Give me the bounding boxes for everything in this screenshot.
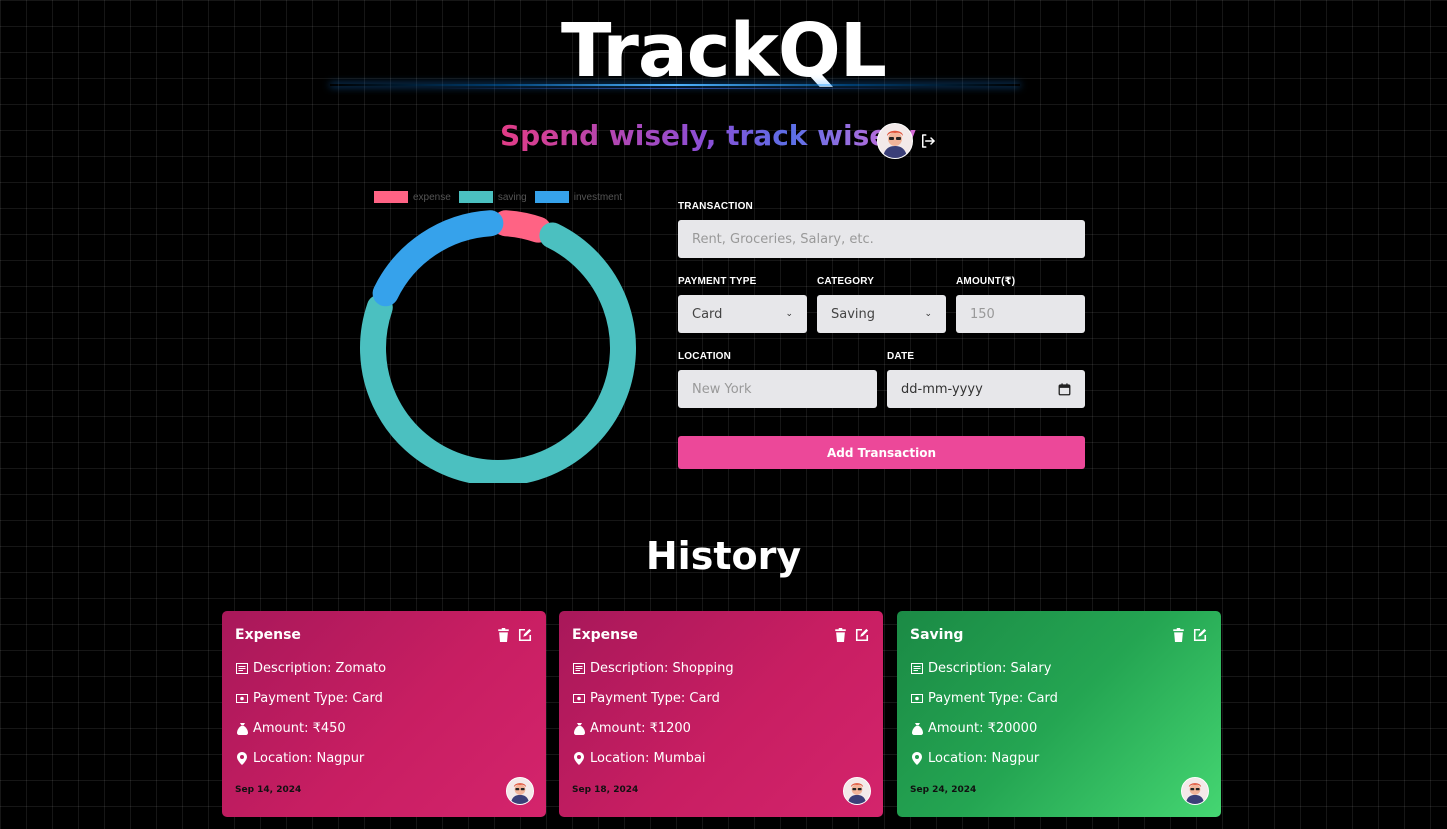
card-category: Saving bbox=[910, 627, 964, 643]
donut-segment-investment[interactable] bbox=[372, 210, 504, 307]
transaction-label: TRANSACTION bbox=[678, 201, 753, 212]
user-avatar[interactable] bbox=[877, 123, 913, 159]
transaction-input[interactable]: Rent, Groceries, Salary, etc. bbox=[678, 220, 1085, 258]
card-location-text: Location: Mumbai bbox=[590, 751, 706, 766]
money-icon bbox=[572, 692, 586, 706]
tagline: Spend wisely, track wisely bbox=[500, 119, 917, 152]
payment-type-label: PAYMENT TYPE bbox=[678, 276, 757, 287]
legend-item-expense[interactable]: expense bbox=[374, 191, 451, 203]
document-icon bbox=[572, 662, 586, 676]
card-location: Location: Nagpur bbox=[235, 751, 364, 766]
money-icon bbox=[235, 692, 249, 706]
card-amount-text: Amount: ₹450 bbox=[253, 721, 346, 736]
legend-swatch-saving bbox=[458, 191, 493, 203]
card-payment-type: Payment Type: Card bbox=[235, 691, 383, 706]
card-description-text: Description: Salary bbox=[928, 661, 1052, 676]
amount-input[interactable]: 150 bbox=[956, 295, 1085, 333]
card-location-text: Location: Nagpur bbox=[253, 751, 365, 766]
doughnut-chart bbox=[360, 210, 636, 483]
transaction-card: Expense Description: Zomato Payment Type… bbox=[222, 611, 546, 817]
card-avatar bbox=[1181, 777, 1209, 805]
trash-icon[interactable] bbox=[1172, 628, 1185, 642]
card-location: Location: Nagpur bbox=[910, 751, 1039, 766]
card-description-text: Description: Shopping bbox=[590, 661, 734, 676]
card-actions bbox=[834, 628, 869, 642]
card-payment-type-text: Payment Type: Card bbox=[253, 691, 383, 706]
map-pin-icon bbox=[572, 752, 586, 766]
money-bag-icon bbox=[572, 722, 586, 736]
card-date: Sep 14, 2024 bbox=[235, 785, 302, 795]
legend-label-expense: expense bbox=[413, 191, 451, 203]
card-date: Sep 24, 2024 bbox=[910, 785, 977, 795]
chevron-down-icon: ⌄ bbox=[785, 309, 793, 319]
card-location-text: Location: Nagpur bbox=[928, 751, 1040, 766]
trash-icon[interactable] bbox=[834, 628, 847, 642]
card-amount-text: Amount: ₹1200 bbox=[590, 721, 691, 736]
card-payment-type: Payment Type: Card bbox=[910, 691, 1058, 706]
location-label: LOCATION bbox=[678, 351, 732, 362]
avatar-illustration bbox=[878, 124, 912, 158]
card-description: Description: Shopping bbox=[572, 661, 734, 676]
add-transaction-button[interactable]: Add Transaction bbox=[678, 436, 1085, 469]
document-icon bbox=[910, 662, 924, 676]
payment-type-select[interactable]: Card ⌄ bbox=[678, 295, 807, 333]
calendar-icon[interactable] bbox=[1058, 382, 1071, 396]
edit-icon[interactable] bbox=[855, 628, 869, 642]
location-input[interactable]: New York bbox=[678, 370, 877, 408]
date-placeholder: dd-mm-yyyy bbox=[901, 381, 983, 397]
date-input[interactable]: dd-mm-yyyy bbox=[887, 370, 1085, 408]
card-payment-type-text: Payment Type: Card bbox=[928, 691, 1058, 706]
edit-icon[interactable] bbox=[1193, 628, 1207, 642]
title-glow-line bbox=[330, 84, 1020, 86]
legend-swatch-investment bbox=[534, 191, 569, 203]
card-avatar bbox=[506, 777, 534, 805]
edit-icon[interactable] bbox=[518, 628, 532, 642]
donut-segment-expense[interactable] bbox=[492, 210, 552, 243]
card-category: Expense bbox=[235, 627, 301, 643]
payment-type-value: Card bbox=[692, 306, 723, 322]
transaction-card: Expense Description: Shopping Payment Ty… bbox=[559, 611, 883, 817]
card-category: Expense bbox=[572, 627, 638, 643]
legend-item-investment[interactable]: investment bbox=[534, 191, 623, 203]
document-icon bbox=[235, 662, 249, 676]
card-amount: Amount: ₹1200 bbox=[572, 721, 691, 736]
card-payment-type: Payment Type: Card bbox=[572, 691, 720, 706]
card-actions bbox=[1172, 628, 1207, 642]
card-location: Location: Mumbai bbox=[572, 751, 705, 766]
category-select[interactable]: Saving ⌄ bbox=[817, 295, 946, 333]
legend-label-saving: saving bbox=[497, 191, 527, 203]
card-description: Description: Salary bbox=[910, 661, 1051, 676]
legend-item-saving[interactable]: saving bbox=[458, 191, 527, 203]
money-icon bbox=[910, 692, 924, 706]
logout-icon[interactable] bbox=[919, 132, 937, 150]
chevron-down-icon: ⌄ bbox=[924, 309, 932, 319]
map-pin-icon bbox=[235, 752, 249, 766]
app-title: TrackQL bbox=[561, 8, 887, 94]
title-glow-line-secondary bbox=[430, 88, 920, 89]
date-label: DATE bbox=[887, 351, 915, 362]
transaction-card: Saving Description: Salary Payment Type:… bbox=[897, 611, 1221, 817]
card-amount: Amount: ₹20000 bbox=[910, 721, 1037, 736]
money-bag-icon bbox=[910, 722, 924, 736]
history-title: History bbox=[645, 534, 802, 578]
card-description: Description: Zomato bbox=[235, 661, 386, 676]
card-amount: Amount: ₹450 bbox=[235, 721, 346, 736]
category-label: CATEGORY bbox=[817, 276, 875, 287]
legend-swatch-expense bbox=[374, 191, 408, 203]
trash-icon[interactable] bbox=[497, 628, 510, 642]
amount-label: AMOUNT(₹) bbox=[956, 276, 1016, 287]
map-pin-icon bbox=[910, 752, 924, 766]
chart-legend: expense saving investment bbox=[374, 190, 630, 204]
card-avatar bbox=[843, 777, 871, 805]
card-payment-type-text: Payment Type: Card bbox=[590, 691, 720, 706]
card-description-text: Description: Zomato bbox=[253, 661, 387, 676]
card-amount-text: Amount: ₹20000 bbox=[928, 721, 1038, 736]
card-date: Sep 18, 2024 bbox=[572, 785, 639, 795]
category-value: Saving bbox=[831, 306, 876, 322]
legend-label-investment: investment bbox=[573, 191, 623, 203]
card-actions bbox=[497, 628, 532, 642]
money-bag-icon bbox=[235, 722, 249, 736]
